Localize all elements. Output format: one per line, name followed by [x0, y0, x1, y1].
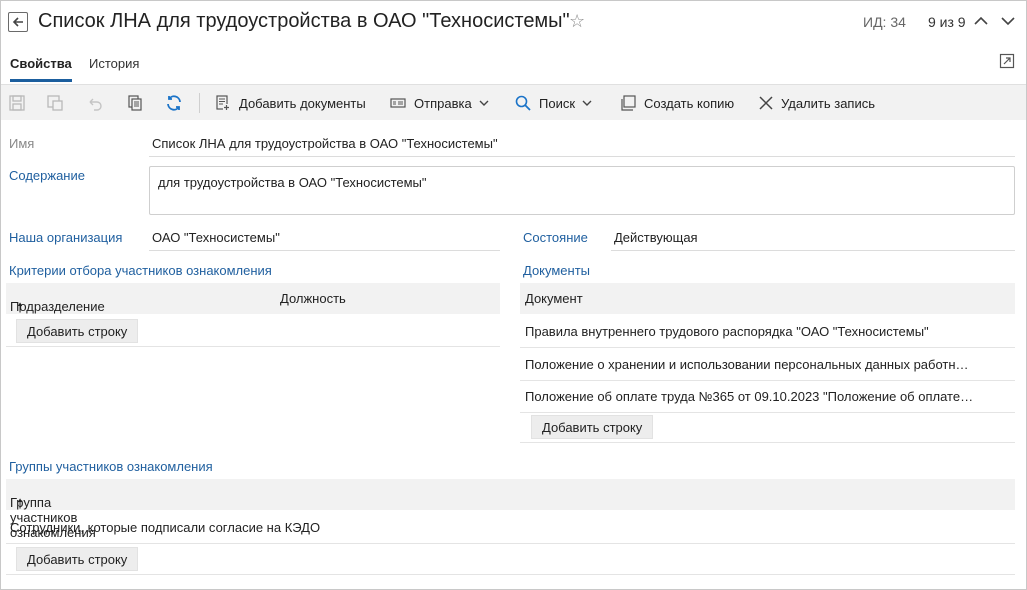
criteria-grid-border: [6, 346, 500, 347]
toolbar-separator: [199, 93, 200, 113]
document-row[interactable]: Положение о хранении и использовании пер…: [520, 349, 1015, 381]
chevron-up-icon[interactable]: [973, 14, 989, 28]
groups-add-row-button[interactable]: Добавить строку: [16, 547, 139, 571]
tab-properties[interactable]: Свойства: [10, 56, 72, 82]
documents-grid-border: [520, 442, 1015, 443]
add-document-icon: [216, 95, 230, 111]
delete-record-label: Удалить запись: [781, 95, 876, 111]
send-icon: [390, 98, 406, 108]
chevron-down-icon: [479, 100, 489, 106]
add-documents-button[interactable]: Добавить документы: [214, 85, 366, 121]
document-row[interactable]: Правила внутреннего трудового распорядка…: [520, 316, 1015, 348]
copy-document-icon[interactable]: [126, 94, 144, 112]
refresh-icon[interactable]: [165, 94, 183, 112]
arrow-left-icon: [12, 17, 23, 27]
favorite-star-icon[interactable]: ☆: [569, 11, 585, 32]
add-documents-label: Добавить документы: [239, 95, 366, 111]
send-label: Отправка: [414, 95, 472, 111]
save-and-close-icon[interactable]: [46, 94, 64, 112]
groups-grid-header: Группа участников ознакомления 🠕: [6, 479, 1015, 540]
organization-field[interactable]: ОАО "Техносистемы": [149, 230, 500, 251]
record-id: ИД: 34: [863, 14, 906, 30]
search-label: Поиск: [539, 95, 576, 111]
name-field[interactable]: Список ЛНА для трудоустройства в ОАО "Те…: [149, 136, 1015, 157]
column-header-position[interactable]: Должность: [280, 291, 346, 306]
create-copy-button[interactable]: Создать копию: [619, 85, 734, 121]
documents-add-row-button[interactable]: Добавить строку: [531, 415, 654, 439]
chevron-down-icon[interactable]: [1000, 14, 1016, 28]
back-button[interactable]: [8, 12, 28, 32]
document-row[interactable]: Положение об оплате труда №365 от 09.10.…: [520, 381, 1015, 413]
sort-arrow-icon: 🠕: [10, 300, 23, 315]
copy-icon: [621, 95, 636, 111]
group-row[interactable]: Сотрудники, которые подписали согласие н…: [6, 512, 1015, 544]
documents-section-title[interactable]: Документы: [523, 263, 590, 278]
content-textarea[interactable]: для трудоустройства в ОАО "Техносистемы": [149, 166, 1015, 215]
tab-history[interactable]: История: [89, 56, 139, 79]
content-label[interactable]: Содержание: [9, 168, 85, 183]
create-copy-label: Создать копию: [644, 95, 735, 111]
name-label: Имя: [9, 136, 35, 151]
send-dropdown-button[interactable]: Отправка: [389, 85, 489, 121]
page-title: Список ЛНА для трудоустройства в ОАО "Те…: [38, 10, 570, 32]
state-label[interactable]: Состояние: [523, 230, 588, 245]
groups-grid-border: [6, 574, 1015, 575]
criteria-add-row-button[interactable]: Добавить строку: [16, 319, 139, 343]
chevron-down-icon: [582, 100, 592, 106]
close-icon: [759, 96, 773, 110]
search-dropdown-button[interactable]: Поиск: [514, 85, 592, 121]
record-counter: 9 из 9: [928, 14, 966, 30]
save-icon[interactable]: [8, 94, 26, 112]
undo-icon[interactable]: [86, 94, 104, 112]
card-window: Список ЛНА для трудоустройства в ОАО "Те…: [0, 0, 1027, 590]
tab-bar: Свойства История: [1, 51, 1026, 83]
delete-record-button[interactable]: Удалить запись: [758, 85, 875, 121]
organization-label[interactable]: Наша организация: [9, 230, 122, 245]
toolbar: Добавить документы Отправка Поиск Создат…: [1, 84, 1026, 120]
documents-grid-header: Документ: [520, 283, 1015, 314]
state-field[interactable]: Действующая: [611, 230, 1015, 251]
search-icon: [515, 95, 531, 111]
groups-section-title[interactable]: Группы участников ознакомления: [9, 459, 213, 474]
column-header-document[interactable]: Документ: [525, 291, 583, 306]
open-in-window-icon[interactable]: [999, 53, 1015, 69]
criteria-section-title[interactable]: Критерии отбора участников ознакомления: [9, 263, 272, 278]
header: Список ЛНА для трудоустройства в ОАО "Те…: [1, 1, 1026, 43]
criteria-grid-header: Подразделение 🠕 Должность: [6, 283, 500, 315]
